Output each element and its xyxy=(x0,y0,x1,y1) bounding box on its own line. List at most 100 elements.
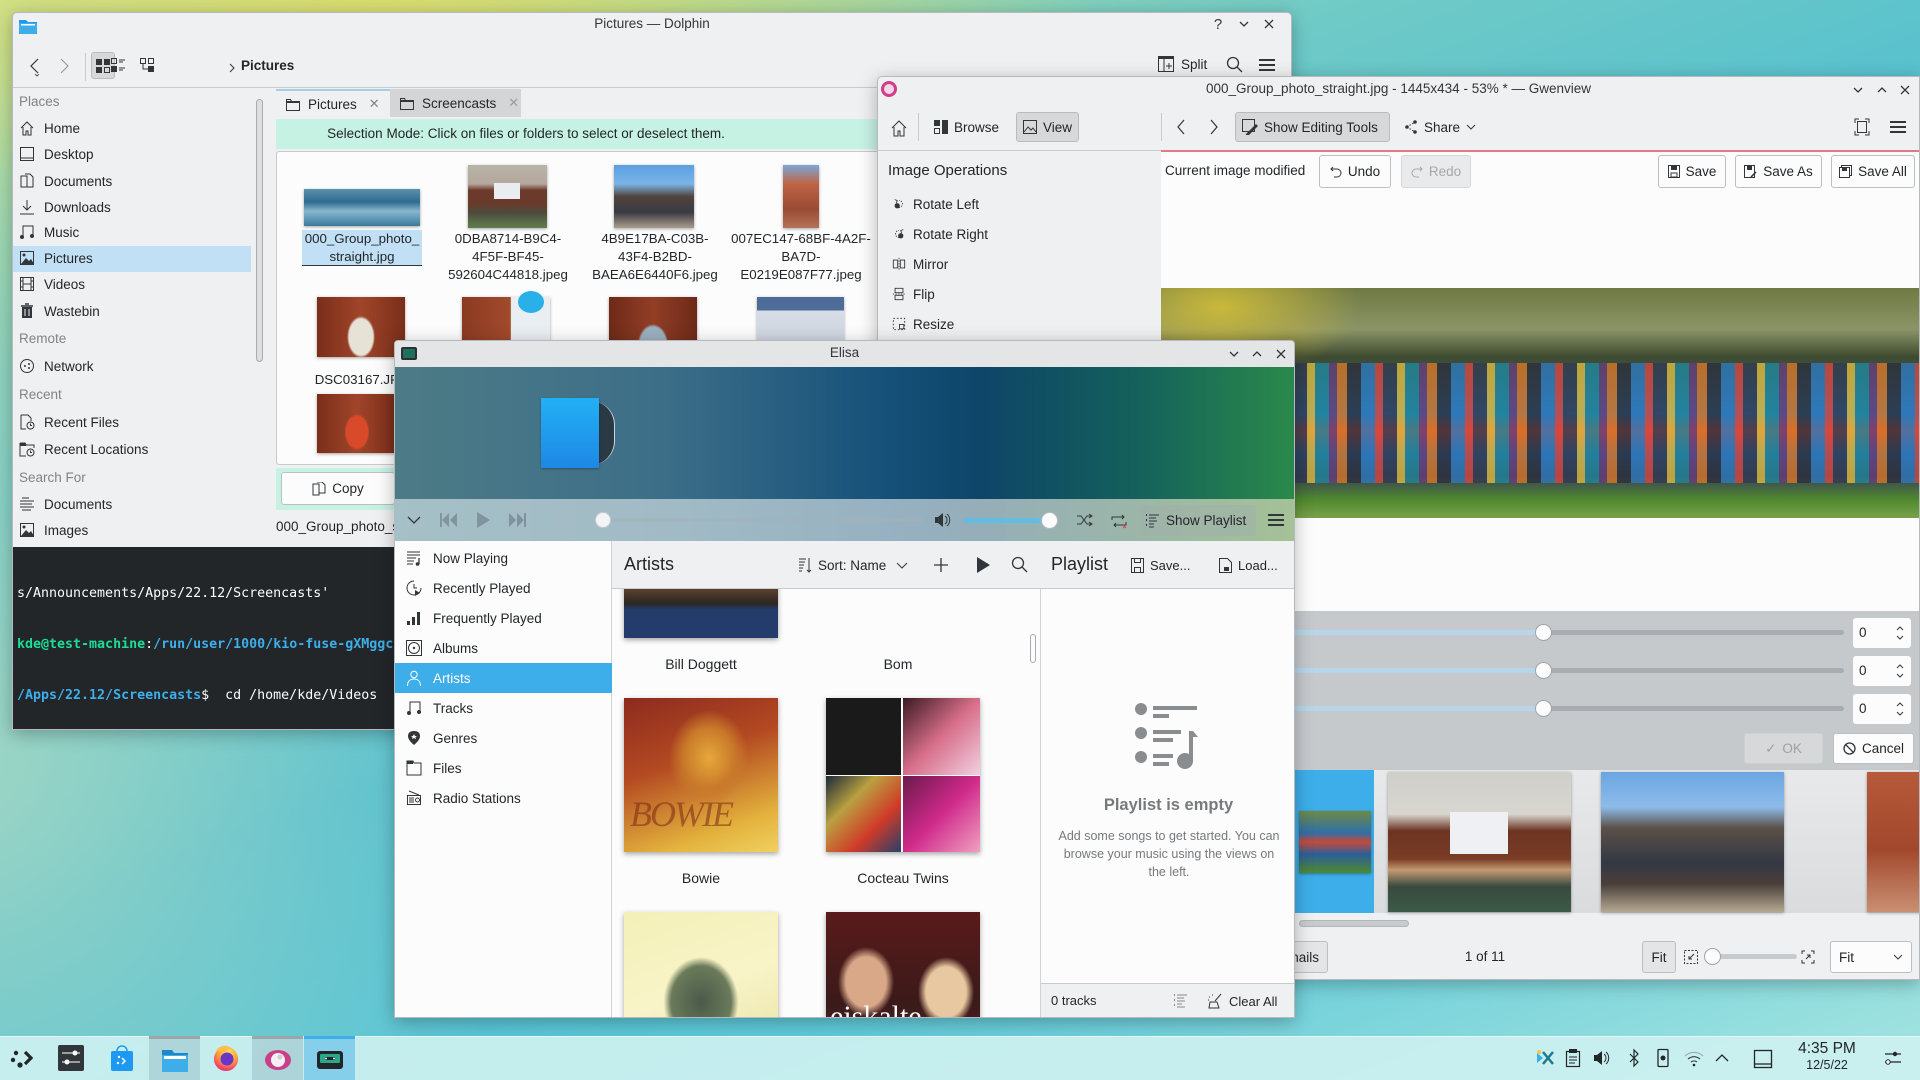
split-button[interactable]: Split xyxy=(1158,56,1207,72)
mirror-button[interactable]: Mirror xyxy=(892,251,948,277)
zoom-slider-handle[interactable] xyxy=(1704,948,1721,965)
tab-close-icon[interactable]: ✕ xyxy=(369,96,380,112)
share-button[interactable]: Share xyxy=(1398,112,1482,142)
place-downloads[interactable]: Downloads xyxy=(19,194,111,220)
minimize-button[interactable] xyxy=(1225,345,1243,363)
playlist-save-button[interactable]: Save... xyxy=(1125,550,1196,580)
forward-button[interactable] xyxy=(53,55,75,77)
shuffle-button[interactable] xyxy=(1076,512,1093,528)
adjustment-spinbox[interactable]: 0 xyxy=(1853,656,1911,686)
tab-screencasts[interactable]: Screencasts ✕ xyxy=(390,89,521,117)
maximize-button[interactable] xyxy=(1248,345,1266,363)
tree-view-button[interactable] xyxy=(140,58,156,74)
details-view-button[interactable] xyxy=(111,58,127,74)
collapse-header-button[interactable] xyxy=(405,511,423,529)
repeat-button[interactable] xyxy=(1110,512,1128,530)
artist-cover-bowie[interactable]: BOWIE xyxy=(624,698,778,852)
search-documents[interactable]: Documents xyxy=(19,491,112,517)
taskbar-elisa[interactable] xyxy=(304,1036,355,1080)
places-scrollbar[interactable] xyxy=(256,99,263,362)
rotate-right-button[interactable]: Rotate Right xyxy=(892,221,988,247)
wifi-tray-icon[interactable] xyxy=(1684,1048,1704,1068)
zoom-fit-button[interactable]: Fit xyxy=(1642,941,1676,973)
place-music[interactable]: Music xyxy=(19,219,79,245)
dolphin-titlebar[interactable]: Pictures — Dolphin ? xyxy=(13,13,1291,45)
file-thumbnail[interactable] xyxy=(317,394,396,453)
playlist-load-button[interactable]: Load... xyxy=(1213,550,1284,580)
artists-scrollbar[interactable] xyxy=(1030,634,1036,663)
thumbnail-group-photo[interactable] xyxy=(1299,811,1371,873)
taskbar-firefox[interactable] xyxy=(200,1036,251,1080)
close-button[interactable] xyxy=(1260,15,1278,33)
artist-cover[interactable]: eiskalte xyxy=(826,912,980,1017)
flip-button[interactable]: Flip xyxy=(892,281,935,307)
thumbnail-mountain-group[interactable] xyxy=(1601,772,1784,912)
show-playlist-button[interactable]: Show Playlist xyxy=(1139,505,1256,536)
artist-cover[interactable] xyxy=(624,912,778,1017)
minimize-button[interactable] xyxy=(1235,15,1253,33)
taskbar-gwenview[interactable] xyxy=(252,1036,303,1080)
help-button[interactable]: ? xyxy=(1209,15,1227,33)
sidebar-item-frequently-played[interactable]: Frequently Played xyxy=(395,603,612,633)
gwenview-titlebar[interactable]: 000_Group_photo_straight.jpg - 1445x434 … xyxy=(878,77,1919,103)
kde-connect-tray-icon[interactable] xyxy=(1535,1048,1555,1068)
taskbar-discover[interactable] xyxy=(96,1036,147,1080)
close-button[interactable] xyxy=(1896,81,1914,99)
minimize-button[interactable] xyxy=(1849,81,1867,99)
clipboard-tray-icon[interactable] xyxy=(1563,1048,1583,1068)
save-button[interactable]: Save xyxy=(1658,155,1726,188)
hamburger-menu-button[interactable] xyxy=(1889,119,1907,135)
volume-icon[interactable] xyxy=(933,511,951,529)
save-all-button[interactable]: Save All xyxy=(1831,155,1915,188)
taskbar-system-settings[interactable] xyxy=(45,1036,96,1080)
zoom-out-icon[interactable] xyxy=(1684,950,1698,964)
adjustment-spinbox[interactable]: 0 xyxy=(1853,618,1911,648)
place-desktop[interactable]: Desktop xyxy=(19,141,94,167)
panel-settings-icon[interactable] xyxy=(1883,1048,1903,1068)
artist-name[interactable]: Bill Doggett xyxy=(612,656,801,672)
digital-clock[interactable]: 4:35 PM 12/5/22 xyxy=(1787,1040,1867,1072)
tab-pictures[interactable]: Pictures ✕ xyxy=(276,89,390,117)
breadcrumb-pictures[interactable]: Pictures xyxy=(241,57,294,75)
artist-name[interactable]: Bom xyxy=(798,656,998,672)
sidebar-item-artists[interactable]: Artists xyxy=(395,663,612,693)
copy-button[interactable]: Copy xyxy=(281,472,395,505)
zoom-in-icon[interactable] xyxy=(1801,950,1815,964)
slider-handle[interactable] xyxy=(1535,700,1552,717)
taskbar-application-launcher[interactable] xyxy=(0,1036,48,1080)
sort-button[interactable]: Sort: Name xyxy=(792,550,914,580)
view-button[interactable]: View xyxy=(1016,112,1080,142)
sidebar-item-now-playing[interactable]: Now Playing xyxy=(395,543,612,573)
sidebar-item-files[interactable]: Files xyxy=(395,753,612,783)
save-as-button[interactable]: Save As xyxy=(1735,155,1822,188)
place-network[interactable]: Network xyxy=(19,353,94,379)
slider-handle[interactable] xyxy=(1535,624,1552,641)
sidebar-item-radio-stations[interactable]: Radio Stations xyxy=(395,783,612,813)
progress-handle[interactable] xyxy=(595,512,611,528)
sidebar-item-albums[interactable]: Albums xyxy=(395,633,612,663)
zoom-select[interactable]: Fit xyxy=(1830,941,1912,973)
back-button[interactable] xyxy=(25,55,47,77)
place-recent-locations[interactable]: Recent Locations xyxy=(19,436,148,462)
slider-handle[interactable] xyxy=(1535,662,1552,679)
artist-name[interactable]: Bowie xyxy=(612,870,801,886)
tab-close-icon[interactable]: ✕ xyxy=(508,95,519,111)
sidebar-item-tracks[interactable]: Tracks xyxy=(395,693,612,723)
place-documents[interactable]: Documents xyxy=(19,168,112,194)
previous-image-button[interactable] xyxy=(1172,117,1190,137)
volume-handle[interactable] xyxy=(1041,512,1058,529)
maximize-button[interactable] xyxy=(1873,81,1891,99)
thumbnail-lecture-hall[interactable] xyxy=(1388,772,1571,912)
show-current-track-icon[interactable] xyxy=(1173,993,1189,1009)
place-home[interactable]: Home xyxy=(19,115,80,141)
undo-button[interactable]: Undo xyxy=(1319,155,1391,188)
sidebar-item-recently-played[interactable]: Recently Played xyxy=(395,573,612,603)
artist-name[interactable]: Cocteau Twins xyxy=(803,870,1003,886)
show-editing-tools-button[interactable]: Show Editing Tools xyxy=(1235,112,1390,142)
hamburger-menu-button[interactable] xyxy=(1258,57,1276,75)
show-hidden-icons-button[interactable] xyxy=(1712,1048,1732,1068)
artist-cover-cocteau-twins[interactable] xyxy=(826,698,980,852)
progress-track[interactable] xyxy=(603,518,923,522)
close-button[interactable] xyxy=(1272,345,1290,363)
show-desktop-button[interactable] xyxy=(1752,1048,1774,1070)
